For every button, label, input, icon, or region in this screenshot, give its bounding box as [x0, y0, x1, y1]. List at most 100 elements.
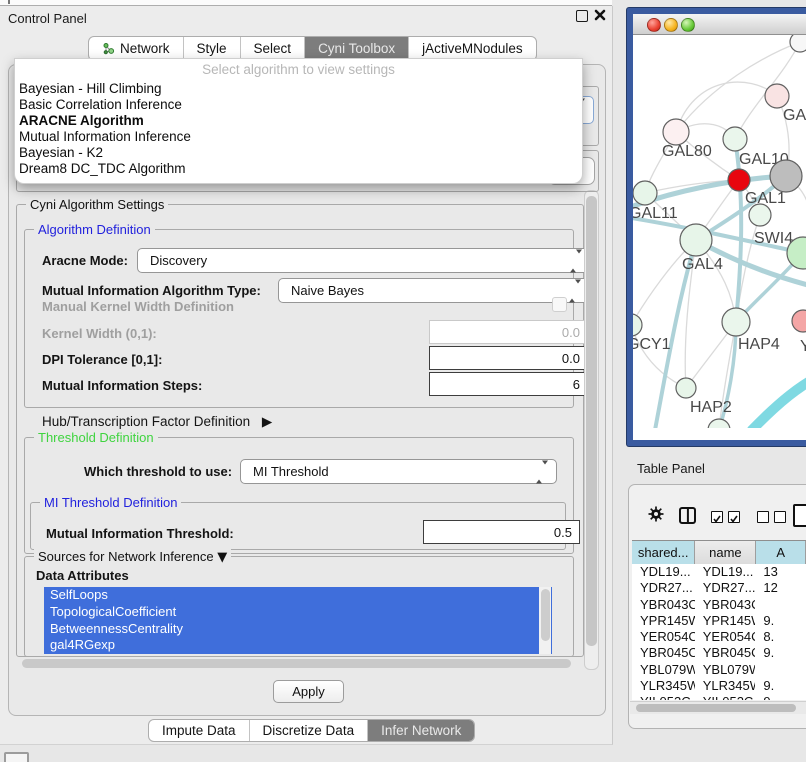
- gear-icon[interactable]: [648, 506, 664, 522]
- tab-label: Select: [254, 41, 292, 56]
- table-horizontal-scrollbar[interactable]: [630, 701, 806, 714]
- network-node-gcy1[interactable]: [633, 314, 642, 336]
- network-node-gal[interactable]: [765, 84, 789, 108]
- column-header-a[interactable]: A: [756, 541, 806, 564]
- node-label-hap2: HAP2: [690, 399, 732, 416]
- attribute-item-selfloops[interactable]: SelfLoops: [44, 587, 552, 604]
- table-cell: YBR045C: [695, 645, 756, 661]
- network-node-gal80[interactable]: [663, 119, 689, 145]
- document-icon[interactable]: [793, 504, 806, 527]
- table-row[interactable]: YPR145WYPR145W9.: [632, 613, 806, 629]
- manual-kernel-checkbox[interactable]: [552, 297, 567, 312]
- dropdown-item-bayesian-hill-climbing[interactable]: Bayesian - Hill Climbing: [15, 81, 582, 97]
- tab-style[interactable]: Style: [184, 37, 241, 60]
- network-window-titlebar[interactable]: [633, 14, 806, 35]
- settings-group-title: Cyni Algorithm Settings: [26, 197, 168, 212]
- tab-label: Cyni Toolbox: [318, 41, 395, 56]
- mac-minimize-icon[interactable]: [664, 18, 678, 32]
- manual-kernel-label: Manual Kernel Width Definition: [42, 299, 234, 314]
- network-canvas[interactable]: GALGAL80GAL10GAL1GAL11SWI4GAL4GCY1HAP4YH…: [633, 34, 806, 428]
- split-pane-icon[interactable]: [679, 507, 696, 524]
- column-header-shared[interactable]: shared...: [632, 541, 695, 564]
- table-cell: YIL052C: [695, 694, 756, 700]
- network-node-gal10[interactable]: [723, 127, 747, 151]
- network-node[interactable]: [790, 34, 806, 52]
- aracne-mode-value: Discovery: [150, 253, 207, 268]
- network-edge[interactable]: [676, 82, 777, 132]
- attribute-item-topologicalcoefficient[interactable]: TopologicalCoefficient: [44, 604, 552, 621]
- table-cell: YBR043C: [632, 597, 695, 613]
- table-cell: YDR27...: [632, 580, 695, 596]
- top-tick: [8, 0, 10, 4]
- collapsed-arrow-icon: ▶: [262, 414, 272, 430]
- table-row[interactable]: YLR345WYLR345W9.: [632, 678, 806, 694]
- column-header-name[interactable]: name: [695, 541, 756, 564]
- network-node-hap2[interactable]: [676, 378, 696, 398]
- network-node-gal11[interactable]: [633, 181, 657, 205]
- network-node-hap4[interactable]: [722, 308, 750, 336]
- settings-horizontal-scrollbar[interactable]: [22, 659, 571, 668]
- dropdown-item-dream8-dc-tdc-algorithm[interactable]: Dream8 DC_TDC Algorithm: [15, 161, 582, 177]
- attribute-item-gal4rgexp[interactable]: gal4RGexp: [44, 637, 552, 654]
- table-row[interactable]: YER054CYER054C8.: [632, 629, 806, 645]
- mi-threshold-field[interactable]: 0.5: [423, 520, 580, 544]
- network-node-swi4[interactable]: [749, 204, 771, 226]
- tab-select[interactable]: Select: [241, 37, 306, 60]
- table-row[interactable]: YBR043CYBR043C: [632, 597, 806, 613]
- mi-steps-field[interactable]: 6: [429, 372, 588, 396]
- network-node[interactable]: [770, 160, 802, 192]
- dpi-tolerance-field[interactable]: 0.0: [429, 346, 588, 370]
- tab-infer-network[interactable]: Infer Network: [368, 720, 474, 741]
- mi-type-value: Naive Bayes: [291, 283, 364, 298]
- deselect-all-columns-icon[interactable]: [757, 511, 786, 523]
- mac-close-icon[interactable]: [647, 18, 661, 32]
- dropdown-items: Bayesian - Hill ClimbingBasic Correlatio…: [15, 81, 582, 177]
- dropdown-item-basic-correlation-inference[interactable]: Basic Correlation Inference: [15, 97, 582, 113]
- hub-definition-label: Hub/Transcription Factor Definition: [42, 414, 250, 429]
- apply-label: Apply: [292, 684, 325, 699]
- minimized-panel-icon[interactable]: [4, 752, 29, 762]
- mi-threshold-group-title: MI Threshold Definition: [40, 495, 181, 510]
- table-cell: YLR345W: [695, 678, 756, 694]
- mi-type-label: Mutual Information Algorithm Type:: [42, 283, 261, 298]
- network-edge[interactable]: [751, 373, 806, 428]
- table-cell: 9.: [755, 613, 806, 629]
- tab-discretize-data[interactable]: Discretize Data: [250, 720, 369, 741]
- mac-zoom-icon[interactable]: [681, 18, 695, 32]
- node-label-swi4: SWI4: [754, 230, 793, 247]
- dropdown-item-aracne-algorithm[interactable]: ARACNE Algorithm: [15, 113, 582, 129]
- close-icon[interactable]: [594, 9, 606, 21]
- hub-definition-toggle[interactable]: Hub/Transcription Factor Definition ▶: [42, 414, 272, 430]
- apply-button[interactable]: Apply: [273, 680, 344, 703]
- tab-cyni-toolbox[interactable]: Cyni Toolbox: [305, 37, 409, 60]
- table-row[interactable]: YDR27...YDR27...12: [632, 580, 806, 596]
- tab-impute-data[interactable]: Impute Data: [149, 720, 250, 741]
- sources-group-title[interactable]: Sources for Network Inference ▼: [34, 549, 231, 565]
- which-threshold-label: Which threshold to use:: [84, 464, 232, 479]
- network-node-y[interactable]: [792, 310, 806, 332]
- tab-jactivemnodules[interactable]: jActiveMNodules: [409, 37, 536, 60]
- attribute-item-betweennesscentrality[interactable]: BetweennessCentrality: [44, 621, 552, 638]
- network-node-gal4[interactable]: [680, 224, 712, 256]
- float-window-icon[interactable]: [576, 10, 588, 22]
- network-node-gal1[interactable]: [728, 169, 750, 191]
- attributes-list-scrollbar[interactable]: [539, 587, 551, 654]
- dropdown-item-mutual-information-inference[interactable]: Mutual Information Inference: [15, 129, 582, 145]
- kernel-width-field[interactable]: 0.0: [429, 320, 588, 344]
- table-row[interactable]: YBR045CYBR045C9.: [632, 645, 806, 661]
- spinner-arrows-icon: [536, 464, 548, 479]
- table-row[interactable]: YBL079WYBL079W: [632, 662, 806, 678]
- which-threshold-combo[interactable]: MI Threshold: [240, 459, 557, 484]
- mi-type-combo[interactable]: Naive Bayes: [278, 278, 590, 303]
- table-row[interactable]: YIL052CYIL052C9: [632, 694, 806, 700]
- tab-network[interactable]: Network: [89, 37, 184, 60]
- data-attributes-list: SelfLoopsTopologicalCoefficientBetweenne…: [44, 587, 552, 654]
- settings-vertical-scrollbar[interactable]: [584, 190, 599, 670]
- aracne-mode-combo[interactable]: Discovery: [137, 248, 591, 273]
- select-all-columns-icon[interactable]: [711, 511, 740, 523]
- network-edge[interactable]: [633, 325, 686, 388]
- dropdown-item-bayesian-k2[interactable]: Bayesian - K2: [15, 145, 582, 161]
- table-row[interactable]: YDL19...YDL19...13: [632, 564, 806, 580]
- table-cell: 9.: [755, 678, 806, 694]
- network-node[interactable]: [708, 419, 730, 428]
